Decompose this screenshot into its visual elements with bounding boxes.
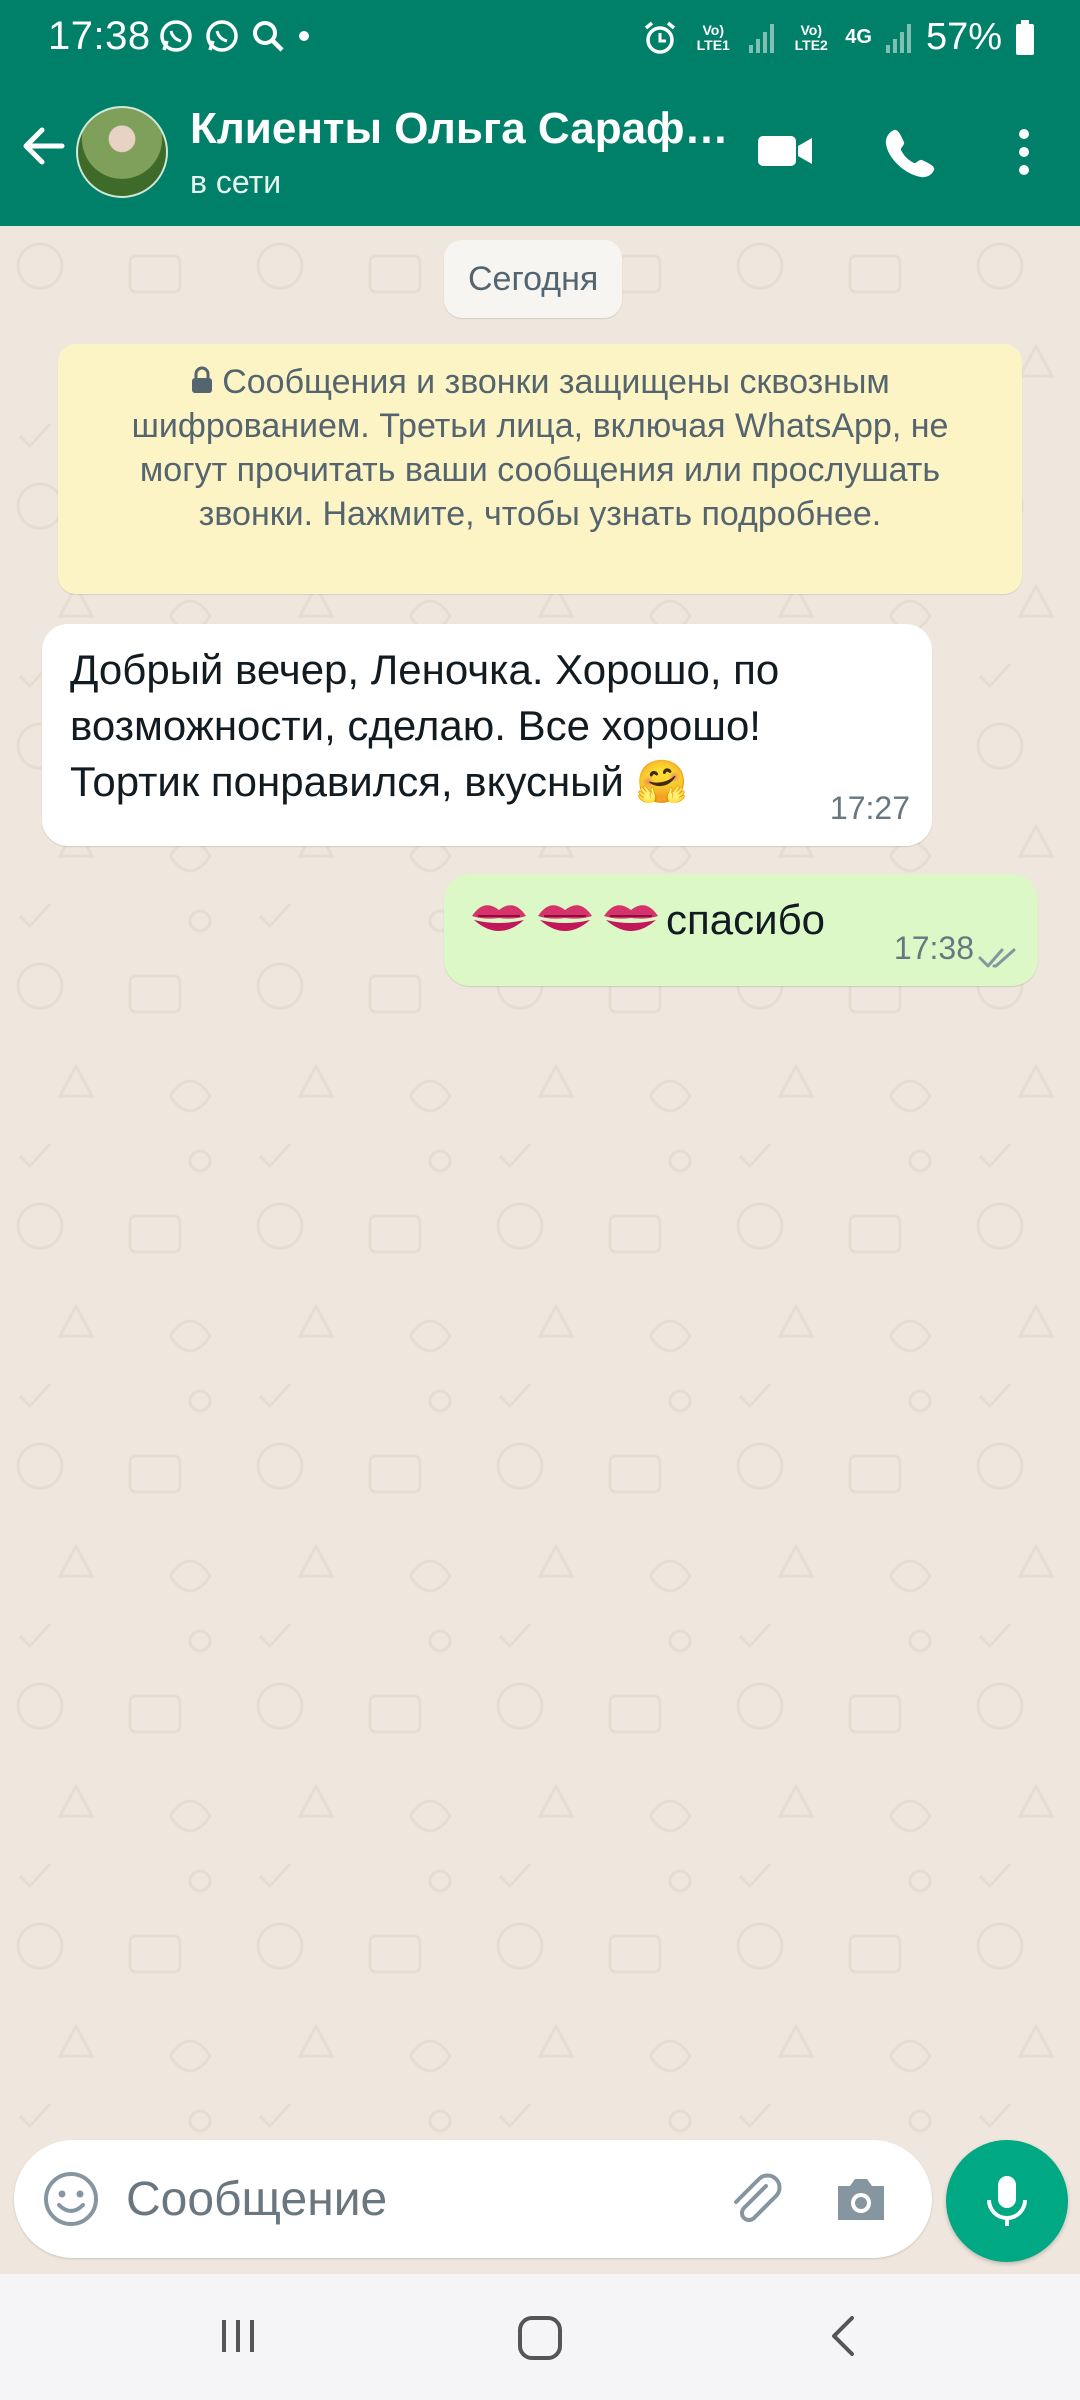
battery-icon	[1016, 19, 1034, 55]
emoji-icon[interactable]	[42, 2170, 100, 2228]
voice-call-icon[interactable]	[884, 126, 936, 178]
whatsapp-notification-icon	[206, 20, 238, 52]
contact-avatar[interactable]	[76, 106, 168, 198]
network-type: 4G	[845, 26, 872, 48]
more-options-icon[interactable]	[1010, 128, 1038, 176]
chat-area[interactable]: Сегодня Сообщения и звонки защищены скво…	[0, 226, 1080, 2138]
incoming-message[interactable]: Добрый вечер, Леночка. Хорошо, по возмож…	[42, 624, 932, 846]
message-time: 17:38	[893, 930, 974, 966]
message-text: Добрый вечер, Леночка. Хорошо, по	[70, 646, 780, 693]
camera-icon[interactable]	[832, 2170, 890, 2228]
message-text: спасибо	[666, 896, 825, 943]
recent-apps-icon[interactable]	[214, 2312, 262, 2360]
back-arrow-icon[interactable]	[16, 118, 72, 174]
signal-icon	[749, 23, 775, 53]
message-text: Тортик понравился, вкусный 🤗	[70, 758, 688, 805]
home-icon[interactable]	[514, 2312, 566, 2364]
status-bar: 17:38 Vo) LTE1 Vo) LTE2 4G 57%	[0, 0, 1080, 78]
double-check-icon	[978, 948, 1016, 968]
voice-message-button[interactable]	[946, 2140, 1068, 2262]
contact-status[interactable]: в сети	[190, 164, 281, 201]
dot-icon	[299, 31, 309, 41]
whatsapp-notification-icon	[160, 20, 192, 52]
alarm-icon	[645, 21, 676, 54]
message-composer[interactable]: Сообщение	[14, 2140, 932, 2258]
system-navigation-bar	[0, 2274, 1080, 2400]
kiss-mark-emoji-icon	[604, 905, 658, 931]
sim1-network: Vo) LTE1	[696, 21, 730, 53]
encryption-notice-text: Сообщения и звонки защищены сквозным шиф…	[131, 363, 949, 533]
sim2-network: Vo) LTE2	[794, 21, 828, 53]
outgoing-message[interactable]: спасибо 17:38	[444, 874, 1038, 986]
message-input[interactable]: Сообщение	[126, 2172, 387, 2227]
app-bar: 17:38 Vo) LTE1 Vo) LTE2 4G 57% Клиенты О…	[0, 0, 1080, 226]
message-time: 17:27	[829, 790, 910, 826]
microphone-icon	[987, 2176, 1027, 2226]
chat-title[interactable]: Клиенты Ольга Сараф…	[190, 104, 730, 154]
kiss-mark-emoji-icon	[538, 905, 592, 931]
message-text: возможности, сделаю. Все хорошо!	[70, 702, 761, 749]
battery-level: 57%	[925, 16, 1002, 58]
kiss-mark-emoji-icon	[472, 905, 526, 931]
attach-icon[interactable]	[726, 2170, 784, 2228]
lock-icon	[192, 366, 213, 393]
notification-icons	[158, 18, 312, 54]
search-notification-icon	[253, 21, 284, 52]
date-separator: Сегодня	[444, 240, 623, 318]
status-time: 17:38	[48, 14, 151, 58]
video-call-icon[interactable]	[756, 126, 814, 176]
chat-header: Клиенты Ольга Сараф… в сети	[0, 78, 1080, 226]
signal-icon	[885, 23, 911, 53]
back-icon[interactable]	[820, 2312, 868, 2360]
encryption-notice[interactable]: Сообщения и звонки защищены сквозным шиф…	[58, 344, 1022, 594]
system-icons: Vo) LTE1 Vo) LTE2 4G 57%	[641, 16, 1036, 59]
